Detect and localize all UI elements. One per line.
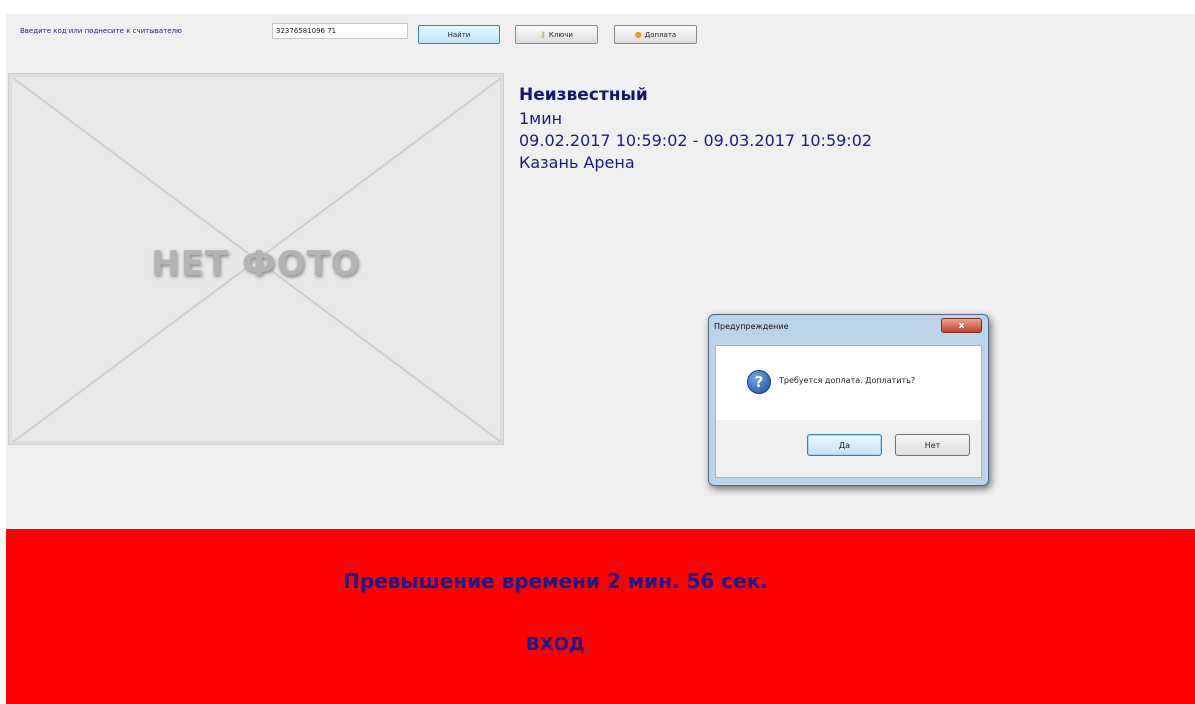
yes-button[interactable]: Да [807, 434, 882, 456]
find-button[interactable]: Найти [418, 25, 500, 44]
visitor-validity: 09.02.2017 10:59:02 - 09.03.2017 10:59:0… [519, 131, 873, 150]
visitor-name: Неизвестный [519, 85, 648, 105]
yes-button-label: Да [838, 440, 851, 450]
toolbar: Введите код или поднесите к считывателю … [6, 14, 1195, 54]
keys-button-label: Ключи [548, 30, 573, 39]
warning-dialog: Предупреждение x ? Требуется доплата. До… [708, 314, 989, 486]
no-photo-text: НЕТ ФОТО [151, 244, 361, 284]
dialog-body: ? Требуется доплата. Доплатить? [715, 345, 982, 421]
overtime-text: Превышение времени 2 мин. 56 сек. [343, 569, 768, 593]
no-button-label: Нет [924, 440, 941, 450]
visitor-location: Казань Арена [519, 153, 635, 172]
visitor-duration: 1мин [519, 109, 563, 128]
visitor-info: Неизвестный 1мин 09.02.2017 10:59:02 - 0… [519, 85, 872, 175]
code-prompt-label: Введите код или поднесите к считывателю [20, 27, 182, 35]
dialog-footer: Да Нет [715, 420, 982, 478]
payment-button[interactable]: ● Доплата [614, 25, 697, 44]
key-icon: ⚷ [540, 29, 546, 39]
dialog-title: Предупреждение [714, 322, 789, 331]
payment-button-label: Доплата [644, 30, 677, 39]
coins-icon: ● [634, 29, 642, 39]
close-icon: x [958, 320, 965, 331]
photo-placeholder: НЕТ ФОТО [8, 73, 504, 445]
find-button-label: Найти [447, 30, 471, 39]
no-button[interactable]: Нет [895, 434, 970, 456]
code-input[interactable] [272, 23, 408, 39]
status-banner: Превышение времени 2 мин. 56 сек. ВХОД [6, 529, 1195, 704]
dialog-message: Требуется доплата. Доплатить? [779, 376, 916, 385]
question-icon: ? [747, 370, 771, 394]
direction-text: ВХОД [526, 634, 585, 655]
keys-button[interactable]: ⚷ Ключи [515, 25, 598, 44]
access-control-window: Введите код или поднесите к считывателю … [6, 14, 1195, 704]
dialog-close-button[interactable]: x [941, 318, 982, 333]
